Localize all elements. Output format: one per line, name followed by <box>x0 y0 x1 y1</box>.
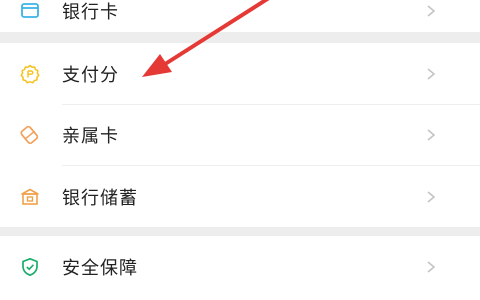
chevron-right-icon <box>427 190 436 203</box>
menu-item-bank-savings[interactable]: 银行储蓄 <box>0 166 480 227</box>
chevron-right-icon <box>427 260 436 273</box>
menu-item-label: 银行卡 <box>62 1 119 23</box>
security-shield-icon <box>22 257 38 276</box>
chevron-right-icon <box>427 67 436 80</box>
menu-item-bank-card[interactable]: 银行卡 <box>0 0 480 41</box>
bank-savings-icon <box>21 188 39 205</box>
wallet-screen: 银行卡 支付分 亲属卡 银行储蓄 安全保障 <box>0 0 480 300</box>
chevron-right-icon <box>427 128 436 141</box>
chevron-right-icon <box>427 4 436 17</box>
menu-group-top: 银行卡 <box>0 0 480 32</box>
menu-item-label: 安全保障 <box>62 257 138 279</box>
menu-group-middle: 支付分 亲属卡 银行储蓄 <box>0 43 480 227</box>
menu-item-label: 亲属卡 <box>62 125 119 147</box>
menu-group-bottom: 安全保障 <box>0 236 480 300</box>
family-card-icon <box>20 125 39 144</box>
menu-item-label: 银行储蓄 <box>62 187 138 209</box>
bank-card-icon <box>21 2 39 18</box>
menu-item-family-card[interactable]: 亲属卡 <box>0 104 480 165</box>
menu-item-security[interactable]: 安全保障 <box>0 236 480 297</box>
pay-score-icon <box>20 64 40 83</box>
menu-item-pay-score[interactable]: 支付分 <box>0 43 480 104</box>
menu-item-label: 支付分 <box>62 64 119 86</box>
